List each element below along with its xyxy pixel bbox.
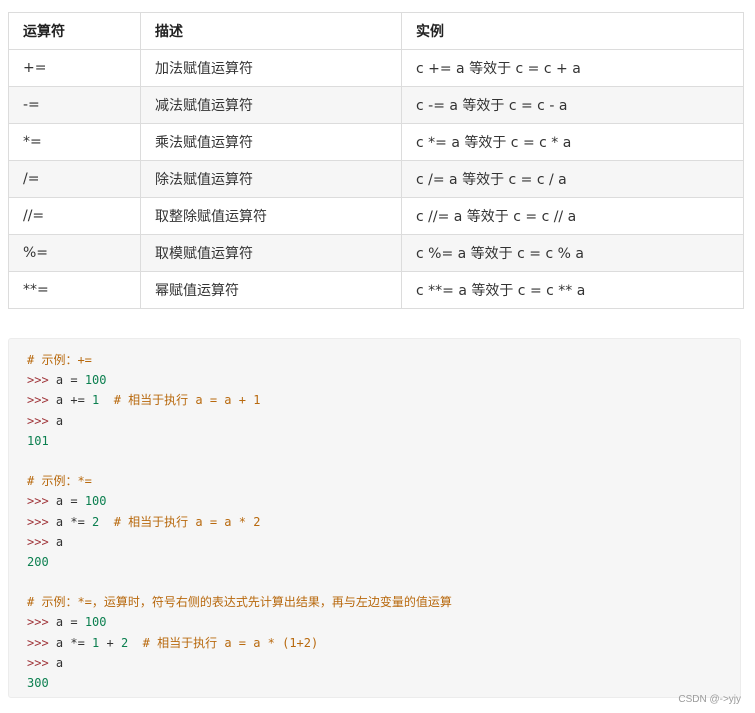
csdn-watermark: CSDN @->yjy (678, 694, 741, 705)
table-row: -= 减法赋值运算符 c -= a 等效于 c = c - a (8, 86, 744, 124)
code-number: 100 (84, 615, 107, 630)
code-line: # 示例：+= (27, 350, 740, 370)
code-block[interactable]: # 示例：+= >>> a = 100 >>> a += 1 # 相当于执行 a =… (8, 338, 741, 698)
table-row: //= 取整除赋值运算符 c //= a 等效于 c = c // a (8, 197, 744, 235)
assignment-operators-table: 运算符 描述 实例 += 加法赋值运算符 c += a 等效于 c = c + … (8, 12, 744, 309)
code-line: >>> a = 100 (27, 612, 740, 632)
code-text: a (55, 655, 64, 670)
cell-example: c **= a 等效于 c = c ** a (401, 271, 744, 309)
table-row: **= 幂赋值运算符 c **= a 等效于 c = c ** a (8, 271, 744, 309)
code-prompt: >>> (27, 615, 56, 630)
code-line: >>> a *= 2 # 相当于执行 a = a * 2 (27, 512, 740, 532)
code-comment: # 示例：*=，运算时，符号右侧的表达式先计算出结果，再与左边变量的值运算 (27, 595, 452, 610)
table-header: 运算符 描述 实例 (8, 12, 744, 50)
code-prompt: >>> (27, 534, 56, 549)
cell-description: 除法赋值运算符 (140, 160, 402, 198)
table-body: += 加法赋值运算符 c += a 等效于 c = c + a -= 减法赋值运… (8, 49, 744, 309)
code-line: 101 (27, 431, 740, 451)
code-prompt: >>> (27, 655, 56, 670)
code-prompt: >>> (27, 413, 56, 428)
code-line: 200 (27, 552, 740, 572)
code-prompt: >>> (27, 635, 56, 650)
cell-operator: *= (8, 123, 141, 161)
code-line: >>> a (27, 653, 740, 673)
code-line: # 示例：*=，运算时，符号右侧的表达式先计算出结果，再与左边变量的值运算 (27, 592, 740, 612)
code-output: 200 (27, 554, 49, 569)
cell-example: c /= a 等效于 c = c / a (401, 160, 744, 198)
code-line: >>> a *= 1 + 2 # 相当于执行 a = a * (1+2) (27, 633, 740, 653)
cell-description: 减法赋值运算符 (140, 86, 402, 124)
cell-example: c //= a 等效于 c = c // a (401, 197, 744, 235)
cell-description: 幂赋值运算符 (140, 271, 402, 309)
code-line: >>> a = 100 (27, 491, 740, 511)
code-prompt: >>> (27, 514, 56, 529)
code-text: a = (55, 494, 85, 509)
table-header-row: 运算符 描述 实例 (8, 12, 744, 50)
code-comment: # 相当于执行 a = a + 1 (113, 393, 261, 408)
table-row: %= 取模赋值运算符 c %= a 等效于 c = c % a (8, 234, 744, 272)
code-text: a *= (55, 635, 93, 650)
code-line: >>> a += 1 # 相当于执行 a = a + 1 (27, 390, 740, 410)
cell-operator: **= (8, 271, 141, 309)
code-line: # 示例：*= (27, 471, 740, 491)
cell-description: 取模赋值运算符 (140, 234, 402, 272)
code-text: a (55, 413, 64, 428)
code-number: 100 (84, 494, 107, 509)
table-row: *= 乘法赋值运算符 c *= a 等效于 c = c * a (8, 123, 744, 161)
code-prompt: >>> (27, 393, 56, 408)
code-output: 101 (27, 433, 49, 448)
code-number: 100 (84, 373, 107, 388)
code-line: >>> a (27, 532, 740, 552)
code-comment: # 相当于执行 a = a * (1+2) (142, 635, 319, 650)
cell-example: c += a 等效于 c = c + a (401, 49, 744, 87)
code-text: a *= (55, 514, 93, 529)
cell-example: c -= a 等效于 c = c - a (401, 86, 744, 124)
cell-example: c %= a 等效于 c = c % a (401, 234, 744, 272)
code-comment: # 相当于执行 a = a * 2 (113, 514, 261, 529)
cell-description: 取整除赋值运算符 (140, 197, 402, 235)
code-comment: # 示例：*= (27, 474, 92, 489)
cell-operator: //= (8, 197, 141, 235)
code-prompt: >>> (27, 373, 56, 388)
code-prompt: >>> (27, 494, 56, 509)
cell-operator: /= (8, 160, 141, 198)
cell-operator: %= (8, 234, 141, 272)
code-line: >>> a (27, 411, 740, 431)
header-description: 描述 (140, 12, 402, 50)
cell-description: 加法赋值运算符 (140, 49, 402, 87)
cell-description: 乘法赋值运算符 (140, 123, 402, 161)
code-text: a = (55, 373, 85, 388)
table-row: += 加法赋值运算符 c += a 等效于 c = c + a (8, 49, 744, 87)
code-text: a (55, 534, 64, 549)
code-text: a = (55, 615, 85, 630)
cell-operator: -= (8, 86, 141, 124)
code-output: 300 (27, 676, 49, 690)
cell-operator: += (8, 49, 141, 87)
table-row: /= 除法赋值运算符 c /= a 等效于 c = c / a (8, 160, 744, 198)
code-line: 300 (27, 673, 740, 693)
header-operator: 运算符 (8, 12, 141, 50)
code-comment: # 示例：+= (27, 353, 92, 367)
code-text: + (99, 635, 121, 650)
header-example: 实例 (401, 12, 744, 50)
cell-example: c *= a 等效于 c = c * a (401, 123, 744, 161)
code-text: a += (55, 393, 93, 408)
code-line: >>> a = 100 (27, 370, 740, 390)
